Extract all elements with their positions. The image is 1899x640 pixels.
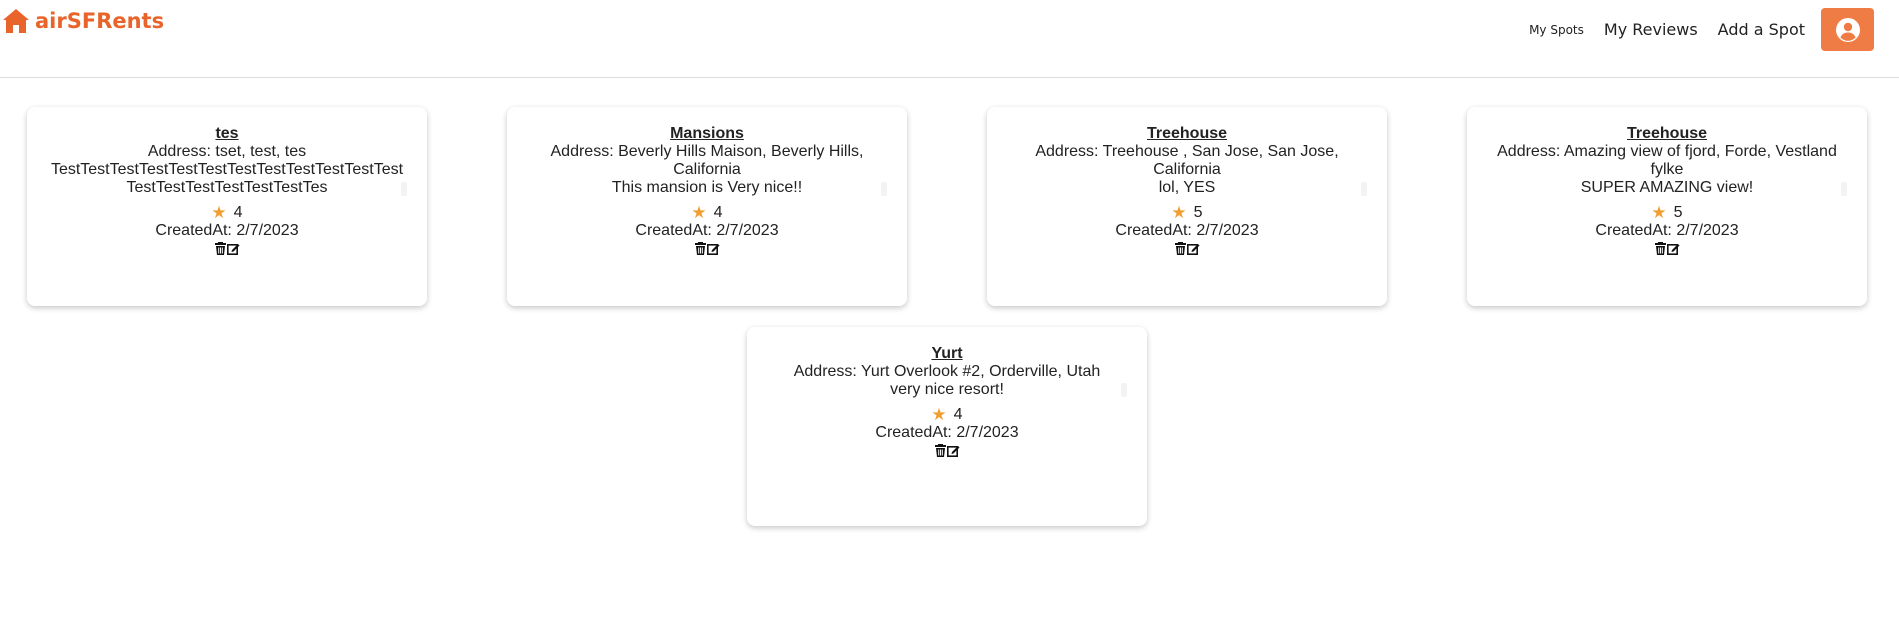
rating-value: 4 [233, 204, 243, 221]
review-created-date: CreatedAt: 2/7/2023 [155, 222, 299, 239]
review-rating: ★ 4 [49, 204, 405, 222]
add-spot-link[interactable]: Add a Spot [1718, 20, 1805, 39]
edit-icon[interactable] [1187, 242, 1200, 255]
review-actions [769, 444, 1125, 457]
trash-icon[interactable] [934, 444, 947, 457]
scrollbar[interactable] [1841, 182, 1847, 196]
review-actions [49, 242, 405, 255]
review-card: Yurt Address: Yurt Overlook #2, Ordervil… [747, 327, 1147, 526]
scrollbar[interactable] [1121, 383, 1127, 397]
scrollbar[interactable] [881, 182, 887, 196]
edit-icon[interactable] [707, 242, 720, 255]
spot-name-link[interactable]: Treehouse [1627, 125, 1707, 143]
review-text: This mansion is Very nice!! [611, 179, 803, 196]
review-created-date: CreatedAt: 2/7/2023 [1595, 222, 1739, 239]
trash-icon[interactable] [214, 242, 227, 255]
brand-logo-link[interactable]: airSFRents [2, 8, 164, 34]
edit-icon[interactable] [1667, 242, 1680, 255]
rating-value: 4 [713, 204, 723, 221]
review-card: tes Address: tset, test, tes TestTestTes… [27, 107, 427, 306]
user-circle-icon [1835, 17, 1860, 42]
review-rating: ★ 5 [1009, 204, 1365, 222]
nav-links: My Spots My Reviews Add a Spot [1509, 8, 1874, 51]
review-address: Address: Amazing view of fjord, Forde, V… [1497, 143, 1837, 178]
profile-menu-button[interactable] [1821, 8, 1874, 51]
review-card: Treehouse Address: Treehouse , San Jose,… [987, 107, 1387, 306]
review-address: Address: Yurt Overlook #2, Orderville, U… [793, 363, 1101, 380]
review-rating: ★ 4 [769, 406, 1125, 424]
edit-icon[interactable] [227, 242, 240, 255]
star-icon: ★ [931, 405, 947, 424]
home-icon [3, 9, 29, 33]
review-text: lol, YES [1158, 179, 1216, 196]
my-reviews-link[interactable]: My Reviews [1604, 20, 1698, 39]
review-text: TestTestTestTestTestTestTestTestTestTest… [50, 161, 404, 196]
star-icon: ★ [1171, 203, 1187, 222]
edit-icon[interactable] [947, 444, 960, 457]
review-card: Treehouse Address: Amazing view of fjord… [1467, 107, 1867, 306]
review-address: Address: tset, test, tes [147, 143, 307, 160]
rating-value: 5 [1673, 204, 1683, 221]
spot-name-link[interactable]: tes [215, 125, 238, 143]
review-card: Mansions Address: Beverly Hills Maison, … [507, 107, 907, 306]
star-icon: ★ [1651, 203, 1667, 222]
spot-name-link[interactable]: Treehouse [1147, 125, 1227, 143]
scrollbar[interactable] [401, 182, 407, 196]
review-address: Address: Beverly Hills Maison, Beverly H… [550, 143, 864, 178]
review-text: SUPER AMAZING view! [1580, 179, 1754, 196]
spot-name-link[interactable]: Yurt [931, 345, 962, 363]
review-rating: ★ 5 [1489, 204, 1845, 222]
review-created-date: CreatedAt: 2/7/2023 [1115, 222, 1259, 239]
trash-icon[interactable] [694, 242, 707, 255]
my-spots-link[interactable]: My Spots [1529, 23, 1584, 37]
review-created-date: CreatedAt: 2/7/2023 [635, 222, 779, 239]
star-icon: ★ [691, 203, 707, 222]
review-text: very nice resort! [890, 381, 1004, 398]
star-icon: ★ [211, 203, 227, 222]
review-actions [1009, 242, 1365, 255]
trash-icon[interactable] [1654, 242, 1667, 255]
scrollbar[interactable] [1361, 182, 1367, 196]
review-rating: ★ 4 [529, 204, 885, 222]
top-navbar: airSFRents My Spots My Reviews Add a Spo… [0, 0, 1899, 78]
review-address: Address: Treehouse , San Jose, San Jose,… [1035, 143, 1339, 178]
rating-value: 4 [953, 406, 963, 423]
spot-name-link[interactable]: Mansions [670, 125, 744, 143]
trash-icon[interactable] [1174, 242, 1187, 255]
rating-value: 5 [1193, 204, 1203, 221]
review-actions [1489, 242, 1845, 255]
brand-name: airSFRents [35, 9, 165, 33]
review-created-date: CreatedAt: 2/7/2023 [875, 424, 1019, 441]
review-actions [529, 242, 885, 255]
